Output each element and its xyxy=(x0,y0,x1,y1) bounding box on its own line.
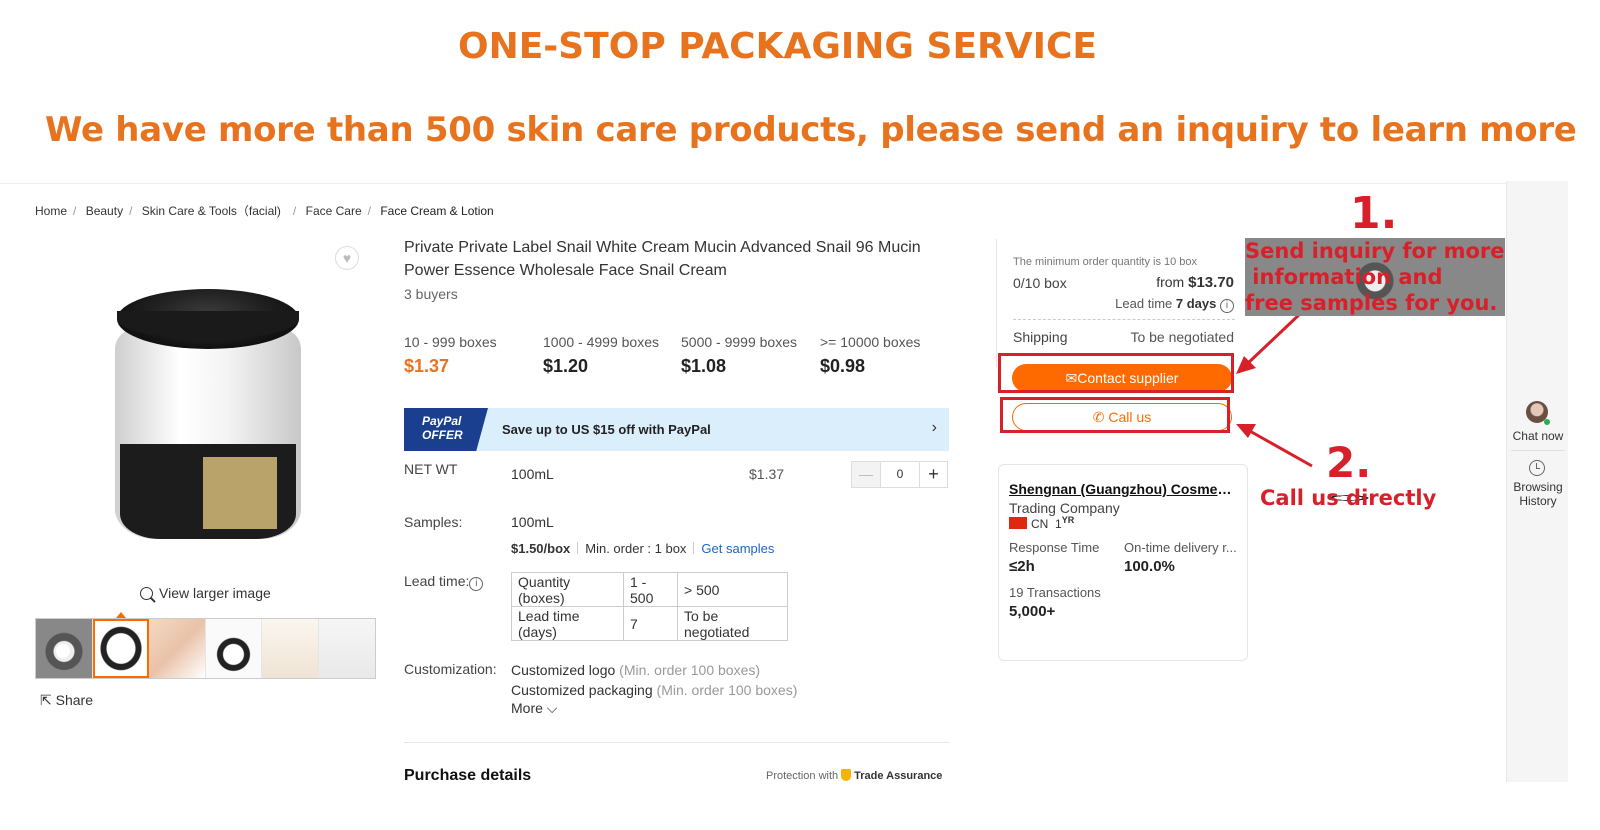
customization-label: Customization: xyxy=(404,661,497,677)
thumbnail-image[interactable] xyxy=(149,619,206,678)
breadcrumb-current[interactable]: Face Cream & Lotion xyxy=(380,204,493,218)
chevron-right-icon: › xyxy=(931,419,937,436)
increase-button[interactable]: + xyxy=(920,462,947,487)
annotation-inquiry-text: Send inquiry for more information and fre… xyxy=(1245,238,1505,316)
share-icon: ⇱ xyxy=(40,692,52,708)
net-wt-value: 100mL xyxy=(511,466,554,482)
browsing-history-button[interactable]: Browsing History xyxy=(1507,480,1569,508)
shield-icon xyxy=(841,769,852,781)
samples-value: 100mL xyxy=(511,514,554,530)
banner-title: ONE-STOP PACKAGING SERVICE xyxy=(457,26,1098,67)
search-icon xyxy=(140,587,153,600)
annotation-step-2: 2. xyxy=(1326,438,1372,487)
thumbnail-strip xyxy=(35,618,376,679)
play-icon xyxy=(56,644,70,658)
heart-icon[interactable]: ♥ xyxy=(335,246,359,270)
quantity-stepper: — 0 + xyxy=(851,461,948,488)
samples-details: $1.50/box Min. order : 1 box Get samples xyxy=(511,541,775,556)
quantity-input[interactable]: 0 xyxy=(880,462,920,487)
paypal-badge: PayPal OFFER xyxy=(404,408,488,451)
decrease-button[interactable]: — xyxy=(852,462,880,487)
lead-time-table: Quantity (boxes) 1 - 500 > 500 Lead time… xyxy=(511,572,788,641)
view-larger-image-link[interactable]: View larger image xyxy=(140,585,271,601)
clock-icon[interactable] xyxy=(1529,460,1545,476)
annotation-step-1: 1. xyxy=(1350,188,1398,239)
highlight-box-contact xyxy=(998,353,1234,393)
more-link[interactable]: More ⌵ xyxy=(511,700,557,717)
price-tier: 10 - 999 boxes $1.37 xyxy=(404,334,497,376)
thumbnail-image[interactable] xyxy=(262,619,319,678)
breadcrumb-face-care[interactable]: Face Care xyxy=(306,204,362,218)
product-image[interactable] xyxy=(115,289,305,544)
trade-assurance: Protection with Trade Assurance xyxy=(766,769,943,782)
samples-label: Samples: xyxy=(404,514,463,530)
info-icon[interactable]: i xyxy=(1220,299,1234,313)
purchase-details-heading: Purchase details xyxy=(404,767,532,784)
product-title: Private Private Label Snail White Cream … xyxy=(404,239,921,279)
customization-item: Customized logo (Min. order 100 boxes) xyxy=(511,662,761,678)
right-rail: Chat now Browsing History xyxy=(1506,181,1568,782)
supplier-card: Shengnan (Guangzhou) Cosmetic Co., Ltd. … xyxy=(998,464,1248,661)
breadcrumb: Home / Beauty / Skin Care & Tools（facial) /… xyxy=(35,204,494,218)
price-tier: 1000 - 4999 boxes $1.20 xyxy=(543,334,659,376)
customization-item: Customized packaging (Min. order 100 box… xyxy=(511,682,798,698)
breadcrumb-beauty[interactable]: Beauty xyxy=(86,204,123,218)
order-summary: The minimum order quantity is 10 box 0/1… xyxy=(996,239,1246,367)
annotation-call-text: Call us directly xyxy=(1260,486,1437,510)
breadcrumb-skin-care[interactable]: Skin Care & Tools（facial) xyxy=(142,204,281,218)
price-tier: >= 10000 boxes $0.98 xyxy=(820,334,921,376)
buyers-count: 3 buyers xyxy=(404,286,458,302)
breadcrumb-home[interactable]: Home xyxy=(35,204,67,218)
chat-now-button[interactable]: Chat now xyxy=(1507,429,1569,443)
table-row: Quantity (boxes) 1 - 500 > 500 xyxy=(511,572,788,607)
table-row: Lead time (days) 7 To be negotiated xyxy=(511,606,788,641)
price-tier: 5000 - 9999 boxes $1.08 xyxy=(681,334,797,376)
supplier-name-link[interactable]: Shengnan (Guangzhou) Cosmetic Co., Ltd. xyxy=(1009,481,1235,497)
net-wt-price: $1.37 xyxy=(749,466,785,482)
thumbnail-image[interactable] xyxy=(92,619,150,678)
divider xyxy=(404,742,949,743)
info-icon[interactable]: i xyxy=(469,577,484,591)
net-wt-label: NET WT xyxy=(404,461,458,477)
paypal-offer-banner[interactable]: PayPal OFFER Save up to US $15 off with P… xyxy=(404,408,949,451)
online-status-icon xyxy=(1544,419,1550,425)
china-flag-icon xyxy=(1009,517,1027,529)
share-button[interactable]: ⇱ Share xyxy=(40,692,93,709)
highlight-box-call xyxy=(1000,397,1230,433)
banner-subtitle: We have more than 500 skin care products… xyxy=(45,110,1577,150)
thumbnail-image[interactable] xyxy=(318,619,376,678)
thumbnail-image[interactable] xyxy=(205,619,263,678)
lead-time-label: Lead time: i xyxy=(404,573,484,591)
get-samples-link[interactable]: Get samples xyxy=(701,541,774,556)
